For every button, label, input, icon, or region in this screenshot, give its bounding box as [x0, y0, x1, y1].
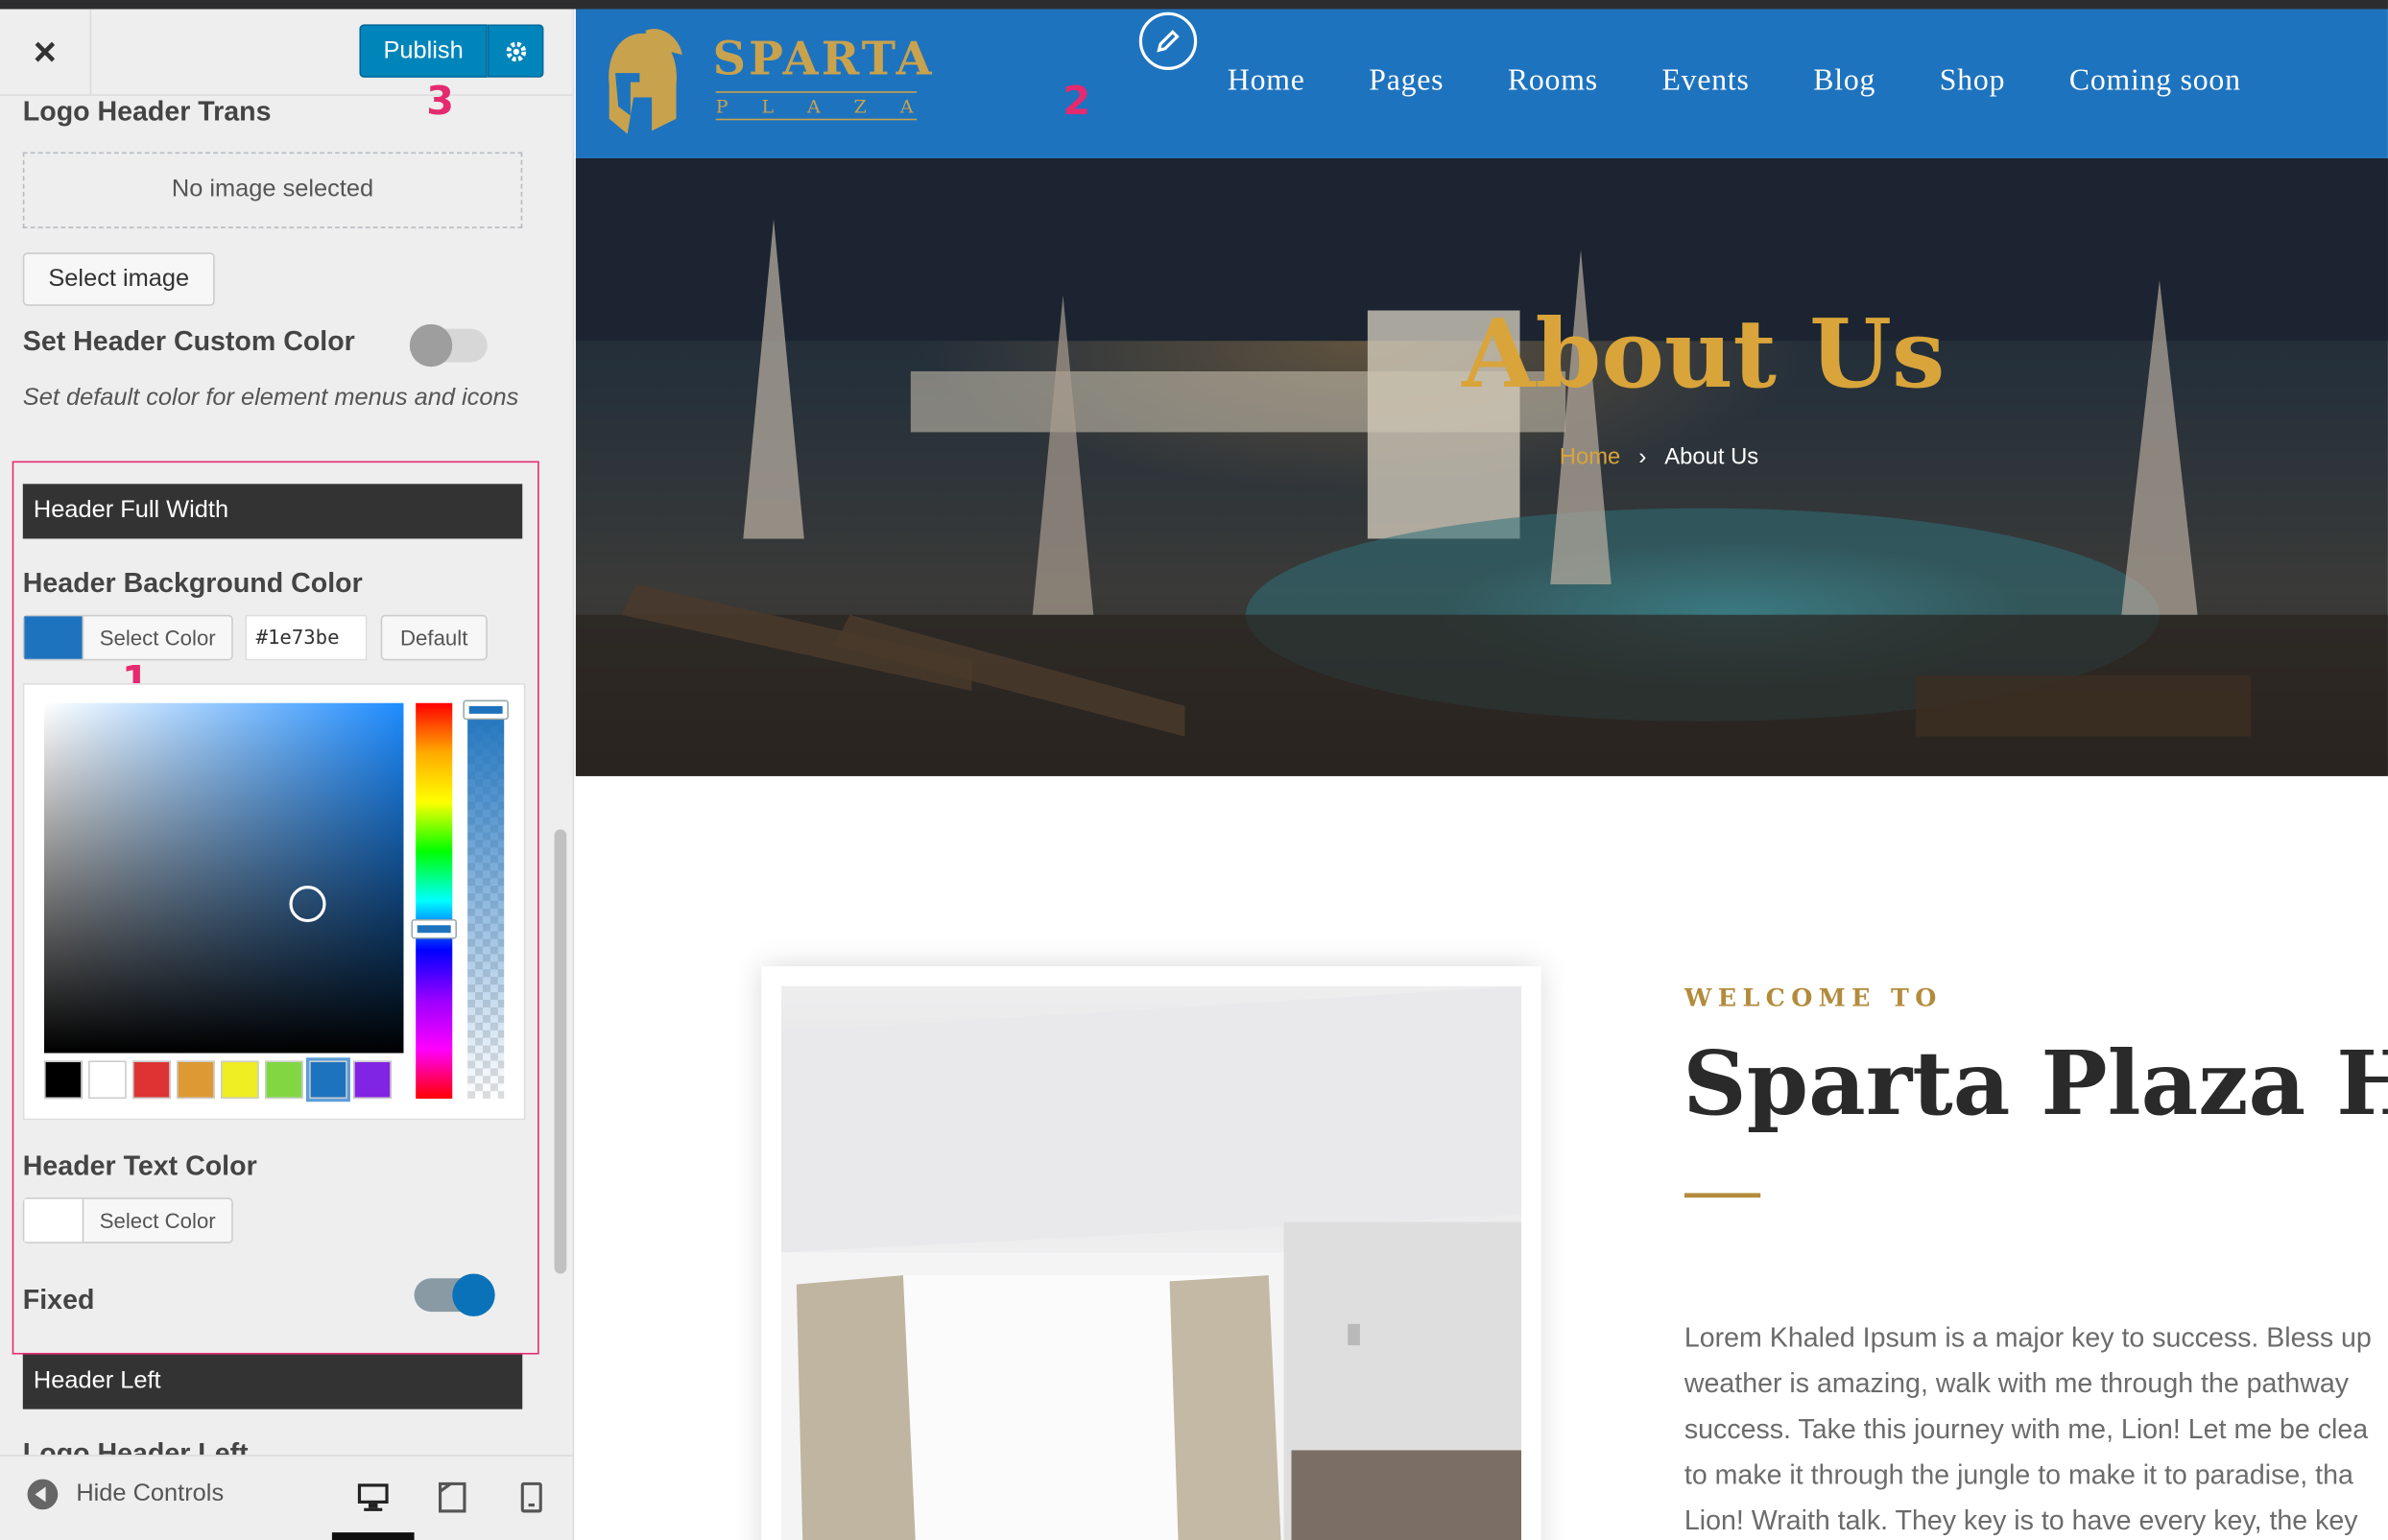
- logo-subtitle: PLAZA: [715, 91, 918, 121]
- mobile-preview-button[interactable]: [509, 1475, 555, 1521]
- collapse-icon: [27, 1479, 59, 1510]
- main-nav: Home Pages Rooms Events Blog Shop Coming…: [1228, 64, 2305, 99]
- paragraph-line: Lorem Khaled Ipsum is a major key to suc…: [1684, 1322, 2372, 1353]
- customizer-sidebar: × Publish 3 Logo Header Trans No image s…: [0, 9, 575, 1540]
- no-image-placeholder: No image selected: [22, 152, 523, 228]
- title-divider: [1684, 1193, 1761, 1198]
- hero-background-image: [575, 157, 2388, 776]
- palette-swatch[interactable]: [88, 1060, 127, 1100]
- color-palette: [44, 1057, 392, 1102]
- sidebar-scrollbar[interactable]: [551, 95, 573, 1456]
- set-header-custom-color-description: Set default color for element menus and …: [22, 385, 519, 412]
- fixed-toggle[interactable]: [414, 1273, 495, 1316]
- palette-swatch[interactable]: [305, 1057, 350, 1102]
- site-header: SPARTA PLAZA 2 Home Pages Rooms Events B…: [575, 9, 2388, 158]
- sidebar-header: × Publish 3: [0, 9, 573, 125]
- nav-item-blog[interactable]: Blog: [1813, 64, 1875, 99]
- header-text-select-color-button[interactable]: Select Color: [22, 1197, 233, 1244]
- screen: × Publish 3 Logo Header Trans No image s…: [0, 0, 2388, 1540]
- pencil-icon: [1157, 30, 1180, 53]
- breadcrumb: Home › About Us: [1560, 444, 1758, 470]
- nav-item-shop[interactable]: Shop: [1940, 64, 2005, 99]
- page-title: About Us: [1462, 297, 1946, 410]
- header-bg-select-color-button[interactable]: Select Color: [22, 614, 233, 661]
- breadcrumb-separator-icon: ›: [1638, 444, 1647, 471]
- hotel-title: Sparta Plaza Hot: [1683, 1031, 2388, 1136]
- palette-swatch[interactable]: [132, 1060, 171, 1100]
- room-image-card: [761, 966, 1541, 1540]
- publish-button[interactable]: Publish: [359, 24, 488, 78]
- header-left-heading: Header Left: [22, 1354, 523, 1410]
- logo-header-left-label: Logo Header Left: [22, 1437, 249, 1456]
- text-color-swatch: [24, 1198, 83, 1243]
- hex-color-input[interactable]: #1e73be: [245, 614, 368, 661]
- nav-item-home[interactable]: Home: [1228, 64, 1305, 99]
- nav-item-rooms[interactable]: Rooms: [1508, 64, 1598, 99]
- close-button[interactable]: ×: [0, 9, 92, 96]
- paragraph-line: to make it through the jungle to make it…: [1684, 1458, 2353, 1490]
- logo-header-trans-label: Logo Header Trans: [22, 95, 272, 127]
- toggle-knob: [452, 1273, 495, 1316]
- palette-swatch[interactable]: [265, 1060, 303, 1100]
- alpha-slider[interactable]: [467, 702, 505, 1100]
- palette-swatch[interactable]: [177, 1060, 215, 1100]
- publish-settings-button[interactable]: [487, 24, 544, 78]
- default-color-button[interactable]: Default: [380, 614, 488, 661]
- room-image: [780, 985, 1522, 1540]
- sidebar-body: Logo Header Trans No image selected Sele…: [0, 96, 551, 1455]
- current-color-swatch: [24, 616, 83, 659]
- nav-item-coming-soon[interactable]: Coming soon: [2069, 64, 2241, 99]
- color-picker: [22, 683, 526, 1121]
- paragraph-line: success. Take this journey with me, Lion…: [1684, 1413, 2369, 1445]
- palette-swatch[interactable]: [221, 1060, 259, 1100]
- fixed-label: Fixed: [22, 1284, 95, 1315]
- tablet-icon: [438, 1481, 466, 1513]
- gear-icon: [505, 40, 526, 61]
- set-header-custom-color-label: Set Header Custom Color: [22, 325, 355, 357]
- saturation-handle[interactable]: [289, 886, 326, 923]
- header-text-color-label: Header Text Color: [22, 1150, 257, 1181]
- alpha-slider-handle[interactable]: [463, 699, 509, 721]
- paragraph-line: weather is amazing, walk with me through…: [1684, 1367, 2350, 1399]
- edit-shortcut-button[interactable]: [1138, 12, 1198, 70]
- breadcrumb-current: About Us: [1664, 444, 1759, 471]
- desktop-icon: [357, 1483, 389, 1511]
- sidebar-footer: Hide Controls: [0, 1455, 573, 1540]
- header-full-width-heading: Header Full Width: [22, 484, 523, 539]
- annotation-marker-2: 2: [1063, 79, 1091, 126]
- room-photo: [780, 985, 1522, 1540]
- close-icon: ×: [33, 29, 57, 75]
- saturation-area[interactable]: [44, 702, 404, 1054]
- palette-swatch[interactable]: [44, 1060, 83, 1100]
- logo-wordmark: SPARTA: [712, 33, 935, 87]
- select-color-label: Select Color: [82, 616, 231, 659]
- breadcrumb-home-link[interactable]: Home: [1560, 444, 1620, 470]
- select-color-label: Select Color: [82, 1198, 231, 1243]
- hide-controls-label: Hide Controls: [76, 1481, 225, 1507]
- mobile-icon: [520, 1481, 542, 1513]
- header-bg-color-label: Header Background Color: [22, 567, 363, 599]
- hero-banner: About Us Home › About Us: [575, 157, 2388, 776]
- set-header-custom-color-toggle[interactable]: [409, 323, 488, 367]
- hide-controls-button[interactable]: Hide Controls: [27, 1479, 225, 1510]
- scrollbar-thumb[interactable]: [554, 829, 567, 1274]
- tablet-preview-button[interactable]: [429, 1475, 475, 1521]
- toggle-knob: [409, 323, 453, 367]
- paragraph-line: Lion! Wraith talk. They key is to have e…: [1684, 1504, 2358, 1536]
- active-device-indicator: [331, 1532, 415, 1540]
- palette-swatch[interactable]: [353, 1060, 392, 1100]
- spartan-helmet-icon: [609, 29, 682, 134]
- welcome-kicker: WELCOME TO: [1684, 983, 1943, 1012]
- top-strip: [0, 0, 2388, 10]
- hue-slider-handle[interactable]: [411, 918, 458, 939]
- site-preview: SPARTA PLAZA 2 Home Pages Rooms Events B…: [575, 9, 2388, 1540]
- hue-slider[interactable]: [416, 702, 453, 1100]
- select-image-button[interactable]: Select image: [22, 252, 215, 306]
- nav-item-pages[interactable]: Pages: [1369, 64, 1444, 99]
- intro-paragraph: Lorem Khaled Ipsum is a major key to suc…: [1684, 1315, 2388, 1540]
- nav-item-events[interactable]: Events: [1661, 64, 1749, 99]
- desktop-preview-button[interactable]: [350, 1475, 396, 1521]
